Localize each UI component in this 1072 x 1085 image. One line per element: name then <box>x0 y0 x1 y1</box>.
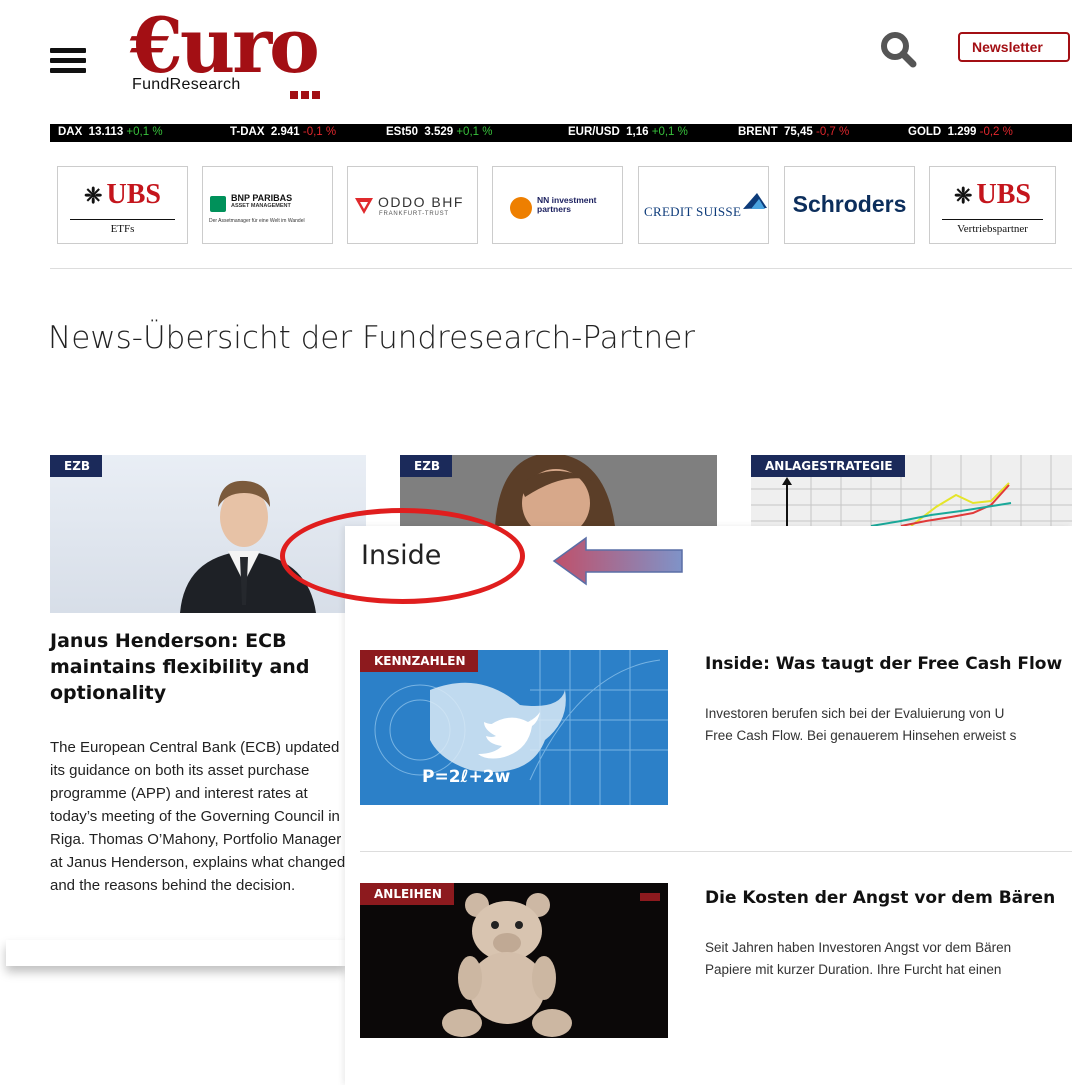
category-tag[interactable]: KENNZAHLEN <box>360 650 478 672</box>
search-icon[interactable] <box>878 30 918 70</box>
header-divider <box>50 268 1072 269</box>
partner-logo-oddo-bhf[interactable]: ODDO BHF FRANKFURT-TRUST <box>347 166 478 244</box>
partner-logo-ubs-vertriebspartner[interactable]: ❈ UBS Vertriebspartner <box>929 166 1056 244</box>
article-teaser-line: Free Cash Flow. Bei genauerem Hinsehen e… <box>705 728 1017 743</box>
ubs-keys-icon: ❈ <box>84 183 103 208</box>
formula-text: P=2ℓ+2w <box>422 767 511 787</box>
category-tag[interactable]: ANLAGESTRATEGIE <box>751 455 905 477</box>
article-image-anleihen[interactable]: ANLEIHEN <box>360 883 668 1038</box>
article-title[interactable]: Janus Henderson: ECB maintains flexibili… <box>50 628 355 706</box>
article-teaser-line: Seit Jahren haben Investoren Angst vor d… <box>705 940 1012 955</box>
category-tag[interactable]: EZB <box>400 455 453 477</box>
inside-section-title: Inside <box>361 540 442 571</box>
partner-logo-credit-suisse[interactable]: CREDIT SUISSE <box>638 166 769 244</box>
category-tag[interactable]: ANLEIHEN <box>360 883 454 905</box>
card-shadow <box>6 940 346 966</box>
partner-logo-schroders[interactable]: Schroders <box>784 166 915 244</box>
row-divider <box>360 851 1072 852</box>
article-image-ezb-1[interactable]: EZB <box>50 455 366 613</box>
ticker-item[interactable]: EUR/USD 1,16 +0,1 % <box>568 126 688 138</box>
euro-fundresearch-logo[interactable]: €uro FundResearch <box>130 1 330 99</box>
article-teaser-line: Papiere mit kurzer Duration. Ihre Furcht… <box>705 962 1002 977</box>
nn-lion-icon <box>510 197 532 219</box>
market-ticker: DAX 13.113 +0,1 % T-DAX 2.941 -0,1 % ESt… <box>50 124 1072 142</box>
pointer-arrow-annotation <box>552 536 683 586</box>
article-image-ezb-2[interactable]: EZB <box>400 455 717 526</box>
partner-logo-bnp-paribas[interactable]: BNP PARIBAS ASSET MANAGEMENT Der Assetma… <box>202 166 333 244</box>
ticker-item[interactable]: BRENT 75,45 -0,7 % <box>738 126 849 138</box>
article-teaser-line: Investoren berufen sich bei der Evaluier… <box>705 706 1005 721</box>
newsletter-button[interactable]: Newsletter <box>958 32 1070 62</box>
ubs-keys-icon: ❈ <box>954 183 973 208</box>
article-title[interactable]: Inside: Was taugt der Free Cash Flow <box>705 654 1062 674</box>
bnp-star-icon <box>210 196 226 212</box>
oddo-shield-icon <box>355 198 373 214</box>
partner-logo-nn-investment[interactable]: NN investment partners <box>492 166 623 244</box>
logo-dots <box>290 84 323 103</box>
article-image-kennzahlen[interactable]: KENNZAHLEN P=2ℓ+2w <box>360 650 668 805</box>
article-image-anlagestrategie[interactable]: ANLAGESTRATEGIE <box>751 455 1072 526</box>
article-title[interactable]: Die Kosten der Angst vor dem Bären <box>705 888 1055 908</box>
ticker-item[interactable]: GOLD 1.299 -0,2 % <box>908 126 1013 138</box>
category-tag[interactable]: EZB <box>50 455 103 477</box>
ticker-item[interactable]: DAX 13.113 +0,1 % <box>58 126 163 138</box>
ticker-item[interactable]: ESt50 3.529 +0,1 % <box>386 126 492 138</box>
hamburger-menu-icon[interactable] <box>50 48 86 74</box>
page-title: News-Übersicht der Fundresearch-Partner <box>48 320 696 356</box>
article-teaser: The European Central Bank (ECB) updated … <box>50 739 346 894</box>
ticker-item[interactable]: T-DAX 2.941 -0,1 % <box>230 126 336 138</box>
inside-panel: Inside KENNZAHLEN P=2ℓ+2w Inside: Was ta… <box>345 526 1072 1085</box>
logo-main-text: €uro <box>130 1 320 90</box>
logo-sub-text: FundResearch <box>132 76 241 93</box>
portrait-man-image <box>180 480 316 613</box>
teddy-bear-image <box>360 883 668 1038</box>
partner-logo-ubs-etfs[interactable]: ❈ UBS ETFs <box>57 166 188 244</box>
credit-suisse-sail-icon <box>743 193 767 209</box>
